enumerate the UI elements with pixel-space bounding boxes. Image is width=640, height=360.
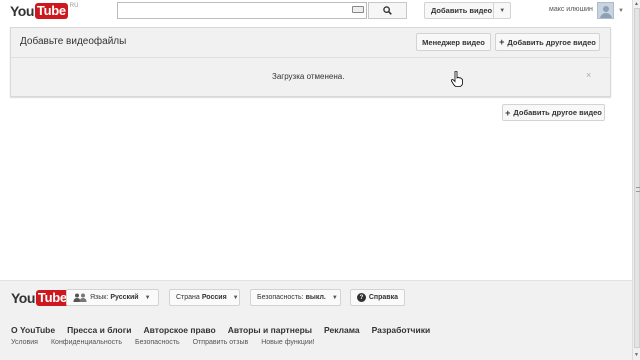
footer-primary-links: О YouTube Пресса и блоги Авторское право…	[11, 325, 430, 335]
help-label: Справка	[368, 294, 398, 301]
upload-status-text: Загрузка отменена.	[272, 72, 345, 81]
footer-link-press[interactable]: Пресса и блоги	[67, 325, 131, 335]
chevron-down-icon[interactable]: ▼	[494, 8, 510, 14]
scroll-thumb[interactable]	[634, 8, 640, 348]
avatar[interactable]	[597, 2, 614, 19]
search-button[interactable]	[368, 2, 407, 19]
hand-cursor-icon	[451, 71, 463, 87]
keyboard-icon[interactable]	[352, 6, 364, 13]
footer-link-copyright[interactable]: Авторское право	[144, 325, 216, 335]
account-chevron-down-icon[interactable]: ▼	[618, 8, 624, 14]
logo-region: RU	[69, 2, 79, 9]
language-value: Русский	[110, 294, 139, 301]
footer-link-new-features[interactable]: Новые функции!	[261, 339, 314, 346]
chevron-down-icon: ▼	[331, 294, 338, 301]
video-manager-button[interactable]: Менеджер видео	[416, 33, 491, 51]
youtube-logo[interactable]: You Tube RU	[10, 2, 78, 19]
footer-link-about[interactable]: О YouTube	[11, 325, 55, 335]
footer-youtube-logo[interactable]: You Tube	[11, 290, 69, 306]
footer-link-safety[interactable]: Безопасность	[135, 339, 180, 346]
country-prefix: Страна	[176, 294, 200, 301]
country-select[interactable]: Страна Россия ▼	[169, 289, 240, 306]
chevron-down-icon: ▼	[144, 294, 151, 301]
help-button[interactable]: ? Справка	[350, 289, 405, 306]
scroll-down-icon[interactable]: ▼	[634, 352, 639, 358]
scroll-up-icon[interactable]: ▲	[634, 1, 639, 7]
upload-button[interactable]: Добавить видео ▼	[424, 2, 511, 19]
language-select[interactable]: Язык: Русский ▼	[66, 289, 159, 306]
upload-label: Добавить видео	[431, 6, 493, 15]
help-icon: ?	[357, 293, 366, 302]
plus-icon: +	[505, 107, 511, 118]
footer-secondary-links: Условия Конфиденциальность Безопасность …	[11, 339, 315, 346]
footer-link-feedback[interactable]: Отправить отзыв	[193, 339, 249, 346]
footer-link-advertising[interactable]: Реклама	[324, 325, 360, 335]
logo-tube-text: Tube	[34, 2, 68, 19]
footer-logo-tube-text: Tube	[35, 290, 69, 306]
logo-you-text: You	[10, 2, 34, 19]
top-header: You Tube RU Добавить видео ▼ макс илюшин…	[0, 0, 632, 22]
language-prefix: Язык:	[90, 294, 109, 301]
avatar-body	[600, 13, 612, 18]
add-another-video-label: Добавить другое видео	[507, 37, 596, 47]
close-icon[interactable]: ×	[586, 70, 591, 80]
add-another-video-button[interactable]: + Добавить другое видео	[495, 33, 600, 51]
footer-link-terms[interactable]: Условия	[11, 339, 38, 346]
footer-link-creators[interactable]: Авторы и партнеры	[228, 325, 312, 335]
add-another-video-label: Добавить другое видео	[513, 108, 602, 117]
footer-link-developers[interactable]: Разработчики	[372, 325, 431, 335]
footer-link-privacy[interactable]: Конфиденциальность	[51, 339, 122, 346]
page-scrollbar[interactable]: ▲ ▼	[632, 0, 640, 360]
chevron-down-icon: ▼	[232, 294, 239, 301]
safety-value: выкл.	[305, 294, 326, 301]
search-icon	[383, 6, 392, 15]
username[interactable]: макс илюшин	[549, 6, 593, 13]
footer-logo-you-text: You	[11, 290, 35, 306]
search-input[interactable]	[117, 2, 367, 19]
people-icon	[73, 293, 87, 302]
add-another-video-button-secondary[interactable]: + Добавить другое видео	[502, 104, 605, 121]
country-value: Россия	[201, 294, 227, 301]
safety-prefix: Безопасность:	[257, 294, 304, 301]
page-title: Добавьте видеофайлы	[20, 36, 127, 47]
avatar-head	[603, 6, 609, 12]
plus-icon: +	[499, 37, 505, 47]
panel-divider	[10, 57, 611, 58]
scroll-grip-icon	[636, 187, 640, 192]
safety-mode-select[interactable]: Безопасность: выкл. ▼	[250, 289, 341, 306]
